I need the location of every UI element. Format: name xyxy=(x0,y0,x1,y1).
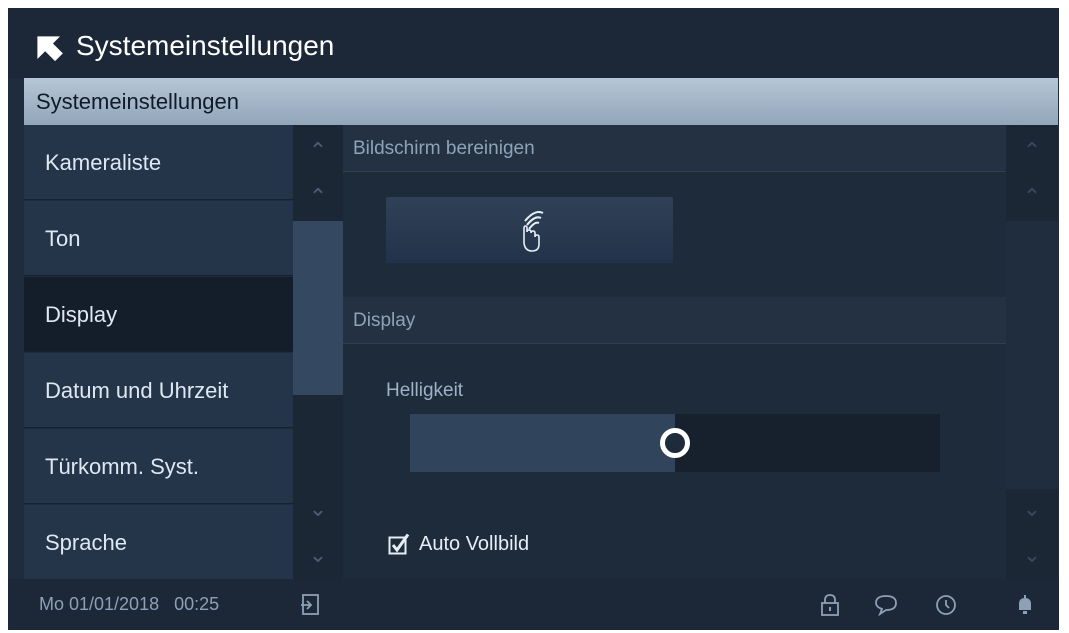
status-datetime: Mo 01/01/2018 00:25 xyxy=(39,594,220,614)
clean-screen-button[interactable] xyxy=(386,197,673,263)
status-bar: Mo 01/01/2018 00:25 xyxy=(8,579,1059,630)
checkbox-checked-icon xyxy=(388,533,410,555)
scroll-bottom-icon[interactable]: ⌄ xyxy=(1006,535,1058,575)
hand-wave-icon xyxy=(523,211,544,252)
group-title: Display xyxy=(353,310,416,331)
brightness-slider-knob[interactable] xyxy=(660,428,690,458)
page-title: Systemeinstellungen xyxy=(76,30,335,61)
title-bar: Systemeinstellungen xyxy=(8,8,1059,78)
back-arrow-icon xyxy=(37,36,63,62)
menu-scrollbar[interactable]: ⌃ ⌃ ⌄ ⌄ xyxy=(293,125,343,579)
device-screen: Systemeinstellungen Systemeinstellungen … xyxy=(8,8,1059,630)
menu-item-label: Sprache xyxy=(45,530,127,555)
brightness-label: Helligkeit xyxy=(386,380,464,401)
menu-scroll-thumb[interactable] xyxy=(293,221,343,395)
section-header: Systemeinstellungen xyxy=(24,78,1058,125)
message-icon[interactable] xyxy=(874,593,898,617)
brightness-slider[interactable] xyxy=(410,414,940,472)
content-scroll-thumb[interactable] xyxy=(1006,221,1058,489)
auto-fullscreen-label: Auto Vollbild xyxy=(419,533,530,555)
menu-item-tuerkommunikation[interactable]: Türkomm. Syst. xyxy=(24,429,293,504)
menu-item-ton[interactable]: Ton xyxy=(24,201,293,276)
history-icon[interactable] xyxy=(934,593,958,617)
section-title: Systemeinstellungen xyxy=(36,89,240,114)
menu-item-sprache[interactable]: Sprache xyxy=(24,505,293,579)
lock-icon[interactable] xyxy=(818,593,842,617)
menu-item-label: Kameraliste xyxy=(45,150,162,175)
group-header-clean-screen: Bildschirm bereinigen xyxy=(343,125,1006,172)
menu-item-label: Ton xyxy=(45,226,81,251)
menu-item-label: Türkomm. Syst. xyxy=(45,454,200,479)
bell-icon[interactable] xyxy=(1013,593,1037,617)
menu-item-kameraliste[interactable]: Kameraliste xyxy=(24,125,293,200)
logout-icon[interactable] xyxy=(299,593,323,617)
group-header-display: Display xyxy=(343,297,1006,344)
brightness-slider-fill xyxy=(410,414,675,472)
scroll-down-icon[interactable]: ⌄ xyxy=(293,489,343,529)
menu-item-label: Display xyxy=(45,302,118,327)
scroll-up-icon[interactable]: ⌃ xyxy=(293,177,343,217)
menu-item-datum-uhrzeit[interactable]: Datum und Uhrzeit xyxy=(24,353,293,428)
settings-content: Bildschirm bereinigen Display Helligkeit… xyxy=(343,125,1006,579)
content-scrollbar[interactable]: ⌃ ⌃ ⌄ ⌄ xyxy=(1006,125,1058,579)
scroll-top-icon[interactable]: ⌃ xyxy=(1006,131,1058,171)
scroll-up-icon[interactable]: ⌃ xyxy=(1006,177,1058,217)
scroll-bottom-icon[interactable]: ⌄ xyxy=(293,535,343,575)
scroll-top-icon[interactable]: ⌃ xyxy=(293,131,343,171)
settings-menu: Kameraliste Ton Display Datum und Uhrzei… xyxy=(24,125,293,579)
menu-item-display[interactable]: Display xyxy=(24,277,293,352)
scroll-down-icon[interactable]: ⌄ xyxy=(1006,489,1058,529)
menu-item-label: Datum und Uhrzeit xyxy=(45,378,229,403)
group-title: Bildschirm bereinigen xyxy=(353,138,535,159)
back-button[interactable] xyxy=(30,30,70,64)
